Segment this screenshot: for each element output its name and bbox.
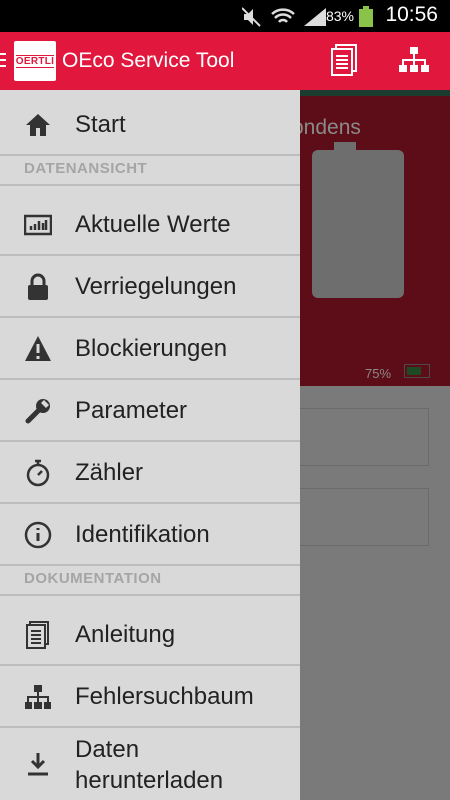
- document-icon: [24, 621, 52, 649]
- drawer-item-label: Fehlersuchbaum: [75, 683, 254, 710]
- document-icon[interactable]: [330, 44, 358, 81]
- drawer-item-label: Anleitung: [75, 621, 176, 648]
- background-panel: [300, 408, 429, 466]
- status-bar: 83% 10:56: [0, 0, 450, 32]
- drawer-item-blocks[interactable]: Blockierungen: [0, 318, 300, 380]
- download-icon: [24, 750, 52, 778]
- drawer-item-label: Start: [75, 111, 126, 138]
- drawer-item-label: Identifikation: [75, 521, 210, 548]
- drawer-item-label: Blockierungen: [75, 335, 228, 362]
- drawer-item-label: Zähler: [75, 459, 144, 486]
- menu-icon[interactable]: [0, 53, 6, 71]
- section-header-data: DATENANSICHT: [0, 158, 300, 186]
- drawer-item-start[interactable]: Start: [0, 94, 300, 156]
- drawer-item-label-text: Daten herunterladen: [75, 736, 224, 794]
- drawer-item-current-values[interactable]: Aktuelle Werte: [0, 194, 300, 256]
- lock-icon: [24, 273, 52, 301]
- battery-level-icon: [404, 364, 430, 378]
- wrench-icon: [24, 397, 52, 425]
- app-bar: OERTLI OEco Service Tool: [0, 32, 450, 90]
- stopwatch-icon: [24, 459, 52, 487]
- drawer-item-label: Daten herunterladen: [75, 734, 223, 796]
- drawer-item-label: Aktuelle Werte: [75, 211, 231, 238]
- device-battery-level: 75%: [365, 366, 392, 381]
- drawer-item-fault-tree[interactable]: Fehlersuchbaum: [0, 666, 300, 728]
- drawer-item-locks[interactable]: Verriegelungen: [0, 256, 300, 318]
- drawer-item-identification[interactable]: Identifikation: [0, 504, 300, 566]
- navigation-drawer: Start DATENANSICHT Aktuelle Werte Verrie…: [0, 90, 300, 800]
- signal-icon: [304, 8, 326, 26]
- app-logo: OERTLI: [14, 41, 56, 81]
- home-icon: [24, 111, 52, 139]
- info-icon: [24, 521, 52, 549]
- device-title: ondens: [292, 116, 361, 139]
- background-panel: [300, 488, 429, 546]
- section-header-documentation: DOKUMENTATION: [0, 568, 300, 596]
- boiler-image: [312, 142, 404, 298]
- sitemap-icon[interactable]: [398, 46, 430, 79]
- app-title: OEco Service Tool: [62, 49, 235, 72]
- warning-icon: [24, 335, 52, 363]
- drawer-item-label: Verriegelungen: [75, 273, 237, 300]
- drawer-item-label: Parameter: [75, 397, 188, 424]
- bar-chart-icon: [23, 211, 53, 239]
- drawer-item-manual[interactable]: Anleitung: [0, 604, 300, 666]
- drawer-item-parameters[interactable]: Parameter: [0, 380, 300, 442]
- battery-icon: [358, 6, 374, 33]
- wifi-icon: [271, 8, 295, 23]
- clock: 10:56: [385, 3, 438, 26]
- drawer-item-counters[interactable]: Zähler: [0, 442, 300, 504]
- mute-icon: [241, 7, 261, 27]
- sitemap-icon: [24, 683, 52, 711]
- drawer-item-download[interactable]: Daten herunterladen: [0, 728, 300, 800]
- battery-percent: 83%: [325, 8, 354, 24]
